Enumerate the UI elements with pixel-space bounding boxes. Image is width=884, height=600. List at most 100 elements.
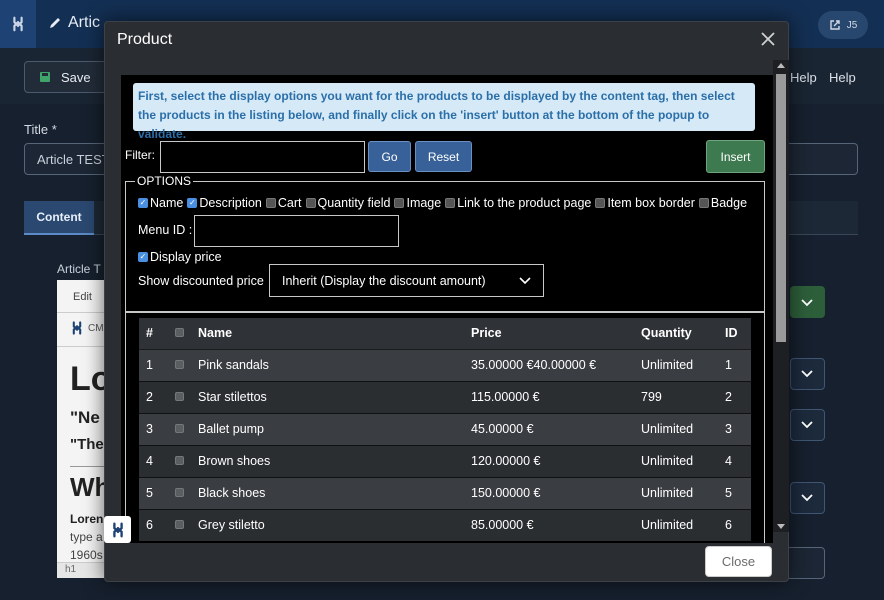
col-quantity[interactable]: Quantity	[634, 318, 718, 350]
article-text-label: Article T	[57, 262, 101, 276]
side-select-2[interactable]	[790, 409, 825, 441]
option-link-to-product[interactable]: Link to the product page	[445, 196, 591, 210]
row-checkbox-cell[interactable]	[168, 412, 191, 445]
editor-para-3: 1960s	[70, 548, 103, 562]
row-checkbox[interactable]	[175, 392, 184, 401]
row-checkbox-cell[interactable]	[168, 476, 191, 509]
option-label: Link to the product page	[457, 196, 592, 210]
side-select-3[interactable]	[790, 482, 825, 514]
help-button-1[interactable]: Help	[790, 70, 817, 85]
product-price: 150.00000 €	[464, 476, 634, 509]
option-description[interactable]: ✓ Description	[187, 196, 262, 210]
table-row[interactable]: 5 Black shoes 150.00000 € Unlimited 5	[139, 476, 751, 509]
joomla-logo[interactable]	[0, 0, 36, 48]
product-name[interactable]: Grey stiletto	[191, 508, 464, 541]
menu-id-input[interactable]	[194, 215, 399, 247]
product-name[interactable]: Pink sandals	[191, 348, 464, 381]
filter-input[interactable]	[160, 141, 365, 173]
option-quantity-field[interactable]: Quantity field	[305, 196, 391, 210]
checkbox-cart[interactable]	[265, 198, 276, 208]
tab-content[interactable]: Content	[24, 201, 94, 235]
checkbox-item-box-border[interactable]	[595, 198, 606, 208]
close-icon[interactable]	[758, 29, 778, 49]
checkbox-badge[interactable]	[698, 198, 709, 208]
checkbox-display-price[interactable]: ✓	[138, 252, 148, 262]
checkbox-link-to-product[interactable]	[445, 198, 456, 208]
display-price-option[interactable]: ✓ Display price	[138, 250, 222, 264]
product-quantity: Unlimited	[634, 508, 718, 541]
editor-menu-edit[interactable]: Edit	[73, 291, 92, 303]
option-name[interactable]: ✓ Name	[138, 196, 183, 210]
side-toggle-button[interactable]	[790, 286, 825, 318]
scroll-thumb[interactable]	[776, 74, 786, 342]
joomla-icon	[72, 321, 82, 335]
option-label: Quantity field	[317, 196, 391, 210]
checkbox-image[interactable]	[394, 198, 405, 208]
option-label: Badge	[710, 196, 748, 210]
product-id: 4	[718, 444, 751, 477]
row-checkbox[interactable]	[175, 424, 184, 433]
select-all-checkbox[interactable]	[175, 328, 184, 338]
product-price: 35.00000 €40.00000 €	[464, 348, 634, 381]
option-cart[interactable]: Cart	[265, 196, 302, 210]
table-row[interactable]: 3 Ballet pump 45.00000 € Unlimited 3	[139, 412, 751, 445]
reset-button[interactable]: Reset	[415, 141, 472, 172]
col-name[interactable]: Name	[191, 318, 464, 350]
joomla-editor-button[interactable]	[104, 516, 131, 543]
table-row[interactable]: 6 Grey stiletto 85.00000 € Unlimited 6	[139, 508, 751, 541]
side-select-1[interactable]	[790, 358, 825, 390]
row-checkbox[interactable]	[175, 456, 184, 465]
col-select-all[interactable]	[168, 318, 191, 350]
option-label: Description	[199, 196, 262, 210]
product-quantity: 799	[634, 380, 718, 413]
col-price[interactable]: Price	[464, 318, 634, 350]
discount-select[interactable]: Inherit (Display the discount amount)	[269, 264, 544, 297]
row-checkbox[interactable]	[175, 488, 184, 497]
col-id[interactable]: ID	[718, 318, 751, 350]
scroll-down-arrow-icon[interactable]	[777, 524, 785, 529]
checkbox-description[interactable]: ✓	[187, 198, 198, 208]
options-checkbox-row: ✓ Name ✓ Description Cart Quantity field I…	[138, 196, 751, 210]
product-id: 3	[718, 412, 751, 445]
modal-scrollbar[interactable]	[773, 60, 789, 532]
help-button-2[interactable]: Help	[829, 70, 856, 85]
instructions-message: First, select the display options you wa…	[133, 83, 755, 141]
insert-button[interactable]: Insert	[706, 140, 765, 173]
go-button[interactable]: Go	[368, 141, 411, 172]
row-checkbox-cell[interactable]	[168, 508, 191, 541]
table-row[interactable]: 1 Pink sandals 35.00000 €40.00000 € Unli…	[139, 348, 751, 381]
row-checkbox-cell[interactable]	[168, 444, 191, 477]
checkbox-name[interactable]: ✓	[138, 198, 148, 208]
product-quantity: Unlimited	[634, 444, 718, 477]
option-image[interactable]: Image	[394, 196, 441, 210]
table-row[interactable]: 4 Brown shoes 120.00000 € Unlimited 4	[139, 444, 751, 477]
product-id: 1	[718, 348, 751, 381]
version-label: J5	[846, 19, 858, 31]
option-badge[interactable]: Badge	[698, 196, 748, 210]
save-button[interactable]: Save	[24, 61, 108, 93]
row-number: 6	[139, 508, 168, 541]
external-link-button[interactable]: J5	[818, 11, 868, 39]
table-row[interactable]: 2 Star stilettos 115.00000 € 799 2	[139, 380, 751, 413]
row-number: 2	[139, 380, 168, 413]
product-name[interactable]: Ballet pump	[191, 412, 464, 445]
close-button[interactable]: Close	[705, 546, 772, 577]
editor-cm-button[interactable]: CM	[69, 320, 104, 336]
row-checkbox-cell[interactable]	[168, 348, 191, 381]
row-checkbox[interactable]	[175, 360, 184, 369]
option-item-box-border[interactable]: Item box border	[595, 196, 695, 210]
product-price: 115.00000 €	[464, 380, 634, 413]
scroll-up-arrow-icon[interactable]	[777, 63, 785, 68]
product-name[interactable]: Star stilettos	[191, 380, 464, 413]
product-price: 85.00000 €	[464, 508, 634, 541]
product-name[interactable]: Brown shoes	[191, 444, 464, 477]
option-label: Cart	[277, 196, 302, 210]
editor-quote-2: "The	[70, 436, 104, 453]
joomla-icon	[13, 16, 23, 32]
checkbox-quantity-field[interactable]	[305, 198, 316, 208]
product-name[interactable]: Black shoes	[191, 476, 464, 509]
save-label: Save	[61, 69, 91, 85]
page-title-text: Artic	[68, 14, 100, 31]
row-checkbox-cell[interactable]	[168, 380, 191, 413]
row-checkbox[interactable]	[175, 520, 184, 530]
